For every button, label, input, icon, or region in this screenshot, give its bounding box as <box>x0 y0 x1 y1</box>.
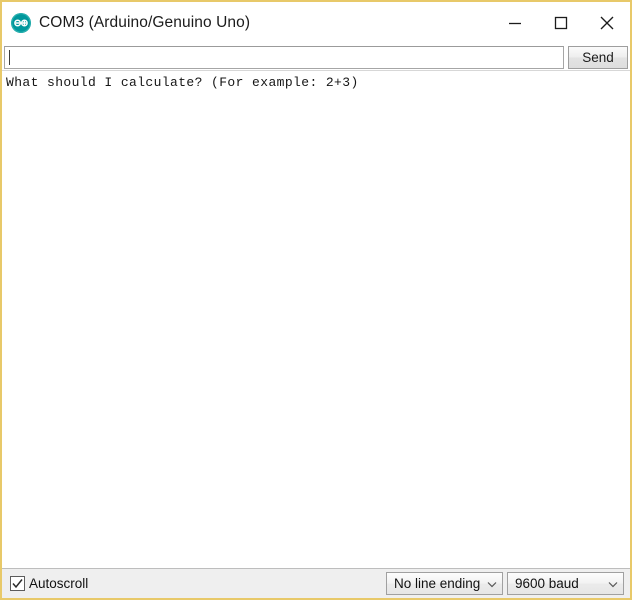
checkmark-icon <box>12 579 23 589</box>
status-bar: Autoscroll No line ending 9600 baud <box>2 568 630 598</box>
title-bar: COM3 (Arduino/Genuino Uno) <box>2 2 630 44</box>
autoscroll-label: Autoscroll <box>29 576 89 591</box>
console-text: What should I calculate? (For example: 2… <box>6 75 359 90</box>
close-icon <box>600 16 614 30</box>
baud-rate-value: 9600 baud <box>515 576 579 591</box>
line-ending-dropdown[interactable]: No line ending <box>386 572 503 595</box>
minimize-icon <box>509 22 521 25</box>
window-controls <box>492 2 630 44</box>
chevron-down-icon <box>603 578 623 590</box>
minimize-button[interactable] <box>492 2 538 44</box>
send-input[interactable] <box>4 46 564 69</box>
send-button[interactable]: Send <box>568 46 628 69</box>
close-button[interactable] <box>584 2 630 44</box>
serial-monitor-window: COM3 (Arduino/Genuino Uno) Send What sho… <box>0 0 632 600</box>
console-output[interactable]: What should I calculate? (For example: 2… <box>2 70 630 568</box>
line-ending-value: No line ending <box>394 576 481 591</box>
send-row: Send <box>2 44 630 70</box>
arduino-logo-icon <box>10 12 32 34</box>
chevron-down-icon <box>482 578 502 590</box>
autoscroll-checkbox-box <box>10 576 25 591</box>
maximize-icon <box>554 16 568 30</box>
baud-rate-dropdown[interactable]: 9600 baud <box>507 572 624 595</box>
text-caret <box>9 50 10 65</box>
maximize-button[interactable] <box>538 2 584 44</box>
window-title: COM3 (Arduino/Genuino Uno) <box>39 14 251 31</box>
autoscroll-checkbox[interactable]: Autoscroll <box>10 576 88 591</box>
